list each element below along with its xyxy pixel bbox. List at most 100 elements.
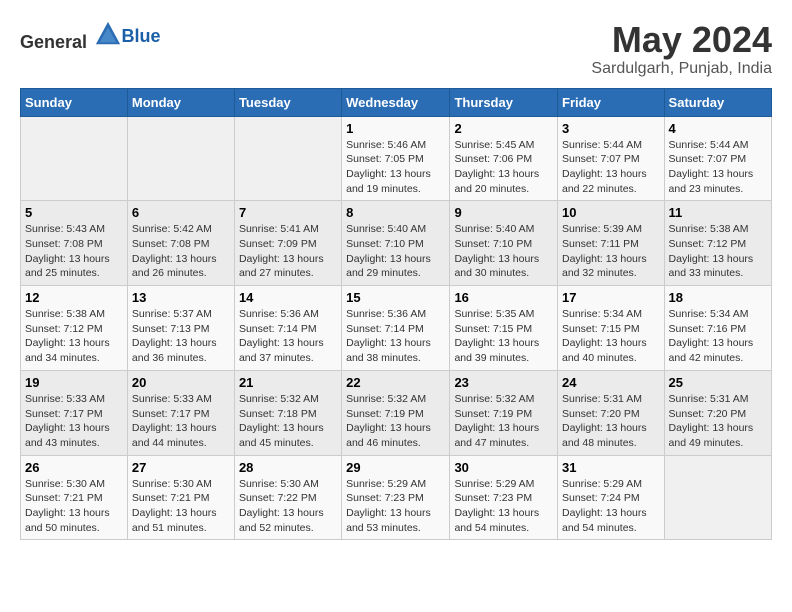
day-number: 8 xyxy=(346,205,445,220)
day-number: 23 xyxy=(454,375,553,390)
calendar-cell: 20 Sunrise: 5:33 AM Sunset: 7:17 PM Dayli… xyxy=(127,370,234,455)
day-number: 27 xyxy=(132,460,230,475)
calendar-cell: 15 Sunrise: 5:36 AM Sunset: 7:14 PM Dayli… xyxy=(342,286,450,371)
calendar-cell: 8 Sunrise: 5:40 AM Sunset: 7:10 PM Daylig… xyxy=(342,201,450,286)
calendar-cell: 1Sunrise: 5:46 AM Sunset: 7:05 PM Daylig… xyxy=(342,116,450,201)
day-number: 9 xyxy=(454,205,553,220)
day-info: Sunrise: 5:29 AM Sunset: 7:23 PM Dayligh… xyxy=(454,477,553,536)
calendar-cell: 24 Sunrise: 5:31 AM Sunset: 7:20 PM Dayli… xyxy=(558,370,665,455)
weekday-header-row: SundayMondayTuesdayWednesdayThursdayFrid… xyxy=(21,88,772,116)
day-number: 26 xyxy=(25,460,123,475)
main-title: May 2024 xyxy=(591,20,772,60)
logo: General Blue xyxy=(20,20,161,53)
day-number: 4 xyxy=(669,121,767,136)
calendar-cell: 9 Sunrise: 5:40 AM Sunset: 7:10 PM Daylig… xyxy=(450,201,558,286)
day-info: Sunrise: 5:32 AM Sunset: 7:19 PM Dayligh… xyxy=(454,392,553,451)
day-info: Sunrise: 5:30 AM Sunset: 7:21 PM Dayligh… xyxy=(132,477,230,536)
day-number: 2 xyxy=(454,121,553,136)
calendar-cell: 14 Sunrise: 5:36 AM Sunset: 7:14 PM Dayli… xyxy=(234,286,341,371)
calendar-cell: 25 Sunrise: 5:31 AM Sunset: 7:20 PM Dayli… xyxy=(664,370,771,455)
logo-icon xyxy=(94,20,122,48)
calendar-cell: 18Sunrise: 5:34 AM Sunset: 7:16 PM Dayli… xyxy=(664,286,771,371)
day-info: Sunrise: 5:38 AM Sunset: 7:12 PM Dayligh… xyxy=(669,222,767,281)
logo-blue: Blue xyxy=(122,26,161,47)
day-number: 3 xyxy=(562,121,660,136)
calendar-cell: 17 Sunrise: 5:34 AM Sunset: 7:15 PM Dayli… xyxy=(558,286,665,371)
day-number: 18 xyxy=(669,290,767,305)
day-number: 17 xyxy=(562,290,660,305)
calendar-cell: 6 Sunrise: 5:42 AM Sunset: 7:08 PM Daylig… xyxy=(127,201,234,286)
day-info: Sunrise: 5:39 AM Sunset: 7:11 PM Dayligh… xyxy=(562,222,660,281)
day-info: Sunrise: 5:41 AM Sunset: 7:09 PM Dayligh… xyxy=(239,222,337,281)
calendar-cell: 19Sunrise: 5:33 AM Sunset: 7:17 PM Dayli… xyxy=(21,370,128,455)
calendar-cell xyxy=(21,116,128,201)
calendar-cell: 30 Sunrise: 5:29 AM Sunset: 7:23 PM Dayli… xyxy=(450,455,558,540)
weekday-header: Sunday xyxy=(21,88,128,116)
day-info: Sunrise: 5:36 AM Sunset: 7:14 PM Dayligh… xyxy=(346,307,445,366)
day-info: Sunrise: 5:42 AM Sunset: 7:08 PM Dayligh… xyxy=(132,222,230,281)
calendar-cell: 31Sunrise: 5:29 AM Sunset: 7:24 PM Dayli… xyxy=(558,455,665,540)
calendar-cell: 3 Sunrise: 5:44 AM Sunset: 7:07 PM Daylig… xyxy=(558,116,665,201)
day-number: 30 xyxy=(454,460,553,475)
day-info: Sunrise: 5:33 AM Sunset: 7:17 PM Dayligh… xyxy=(132,392,230,451)
day-info: Sunrise: 5:44 AM Sunset: 7:07 PM Dayligh… xyxy=(562,138,660,197)
calendar-cell: 29 Sunrise: 5:29 AM Sunset: 7:23 PM Dayli… xyxy=(342,455,450,540)
day-number: 16 xyxy=(454,290,553,305)
day-number: 28 xyxy=(239,460,337,475)
calendar-week-row: 12Sunrise: 5:38 AM Sunset: 7:12 PM Dayli… xyxy=(21,286,772,371)
calendar-cell: 22 Sunrise: 5:32 AM Sunset: 7:19 PM Dayli… xyxy=(342,370,450,455)
day-number: 22 xyxy=(346,375,445,390)
calendar-cell: 21 Sunrise: 5:32 AM Sunset: 7:18 PM Dayli… xyxy=(234,370,341,455)
day-number: 21 xyxy=(239,375,337,390)
day-info: Sunrise: 5:43 AM Sunset: 7:08 PM Dayligh… xyxy=(25,222,123,281)
calendar-week-row: 5 Sunrise: 5:43 AM Sunset: 7:08 PM Daylig… xyxy=(21,201,772,286)
day-number: 6 xyxy=(132,205,230,220)
weekday-header: Tuesday xyxy=(234,88,341,116)
day-info: Sunrise: 5:33 AM Sunset: 7:17 PM Dayligh… xyxy=(25,392,123,451)
calendar-cell: 2Sunrise: 5:45 AM Sunset: 7:06 PM Daylig… xyxy=(450,116,558,201)
calendar-cell: 26 Sunrise: 5:30 AM Sunset: 7:21 PM Dayli… xyxy=(21,455,128,540)
day-info: Sunrise: 5:29 AM Sunset: 7:23 PM Dayligh… xyxy=(346,477,445,536)
title-area: May 2024 Sardulgarh, Punjab, India xyxy=(591,20,772,78)
calendar-cell: 4Sunrise: 5:44 AM Sunset: 7:07 PM Daylig… xyxy=(664,116,771,201)
day-info: Sunrise: 5:46 AM Sunset: 7:05 PM Dayligh… xyxy=(346,138,445,197)
calendar-table: SundayMondayTuesdayWednesdayThursdayFrid… xyxy=(20,88,772,541)
calendar-cell: 12Sunrise: 5:38 AM Sunset: 7:12 PM Dayli… xyxy=(21,286,128,371)
calendar-cell: 10 Sunrise: 5:39 AM Sunset: 7:11 PM Dayli… xyxy=(558,201,665,286)
day-number: 13 xyxy=(132,290,230,305)
day-info: Sunrise: 5:34 AM Sunset: 7:15 PM Dayligh… xyxy=(562,307,660,366)
day-number: 25 xyxy=(669,375,767,390)
day-info: Sunrise: 5:36 AM Sunset: 7:14 PM Dayligh… xyxy=(239,307,337,366)
day-number: 12 xyxy=(25,290,123,305)
day-number: 10 xyxy=(562,205,660,220)
calendar-week-row: 26 Sunrise: 5:30 AM Sunset: 7:21 PM Dayli… xyxy=(21,455,772,540)
day-number: 24 xyxy=(562,375,660,390)
calendar-cell: 27 Sunrise: 5:30 AM Sunset: 7:21 PM Dayli… xyxy=(127,455,234,540)
day-info: Sunrise: 5:40 AM Sunset: 7:10 PM Dayligh… xyxy=(346,222,445,281)
day-info: Sunrise: 5:31 AM Sunset: 7:20 PM Dayligh… xyxy=(669,392,767,451)
calendar-cell: 28 Sunrise: 5:30 AM Sunset: 7:22 PM Dayli… xyxy=(234,455,341,540)
calendar-week-row: 19Sunrise: 5:33 AM Sunset: 7:17 PM Dayli… xyxy=(21,370,772,455)
day-info: Sunrise: 5:30 AM Sunset: 7:22 PM Dayligh… xyxy=(239,477,337,536)
day-number: 20 xyxy=(132,375,230,390)
weekday-header: Thursday xyxy=(450,88,558,116)
day-info: Sunrise: 5:40 AM Sunset: 7:10 PM Dayligh… xyxy=(454,222,553,281)
day-info: Sunrise: 5:30 AM Sunset: 7:21 PM Dayligh… xyxy=(25,477,123,536)
calendar-cell: 16Sunrise: 5:35 AM Sunset: 7:15 PM Dayli… xyxy=(450,286,558,371)
day-number: 15 xyxy=(346,290,445,305)
calendar-cell: 13Sunrise: 5:37 AM Sunset: 7:13 PM Dayli… xyxy=(127,286,234,371)
day-number: 31 xyxy=(562,460,660,475)
day-info: Sunrise: 5:31 AM Sunset: 7:20 PM Dayligh… xyxy=(562,392,660,451)
day-number: 14 xyxy=(239,290,337,305)
calendar-cell xyxy=(664,455,771,540)
day-info: Sunrise: 5:32 AM Sunset: 7:19 PM Dayligh… xyxy=(346,392,445,451)
day-number: 11 xyxy=(669,205,767,220)
day-number: 5 xyxy=(25,205,123,220)
day-info: Sunrise: 5:32 AM Sunset: 7:18 PM Dayligh… xyxy=(239,392,337,451)
logo-general: General xyxy=(20,32,87,52)
day-number: 7 xyxy=(239,205,337,220)
weekday-header: Saturday xyxy=(664,88,771,116)
calendar-cell: 23 Sunrise: 5:32 AM Sunset: 7:19 PM Dayli… xyxy=(450,370,558,455)
weekday-header: Wednesday xyxy=(342,88,450,116)
day-number: 29 xyxy=(346,460,445,475)
